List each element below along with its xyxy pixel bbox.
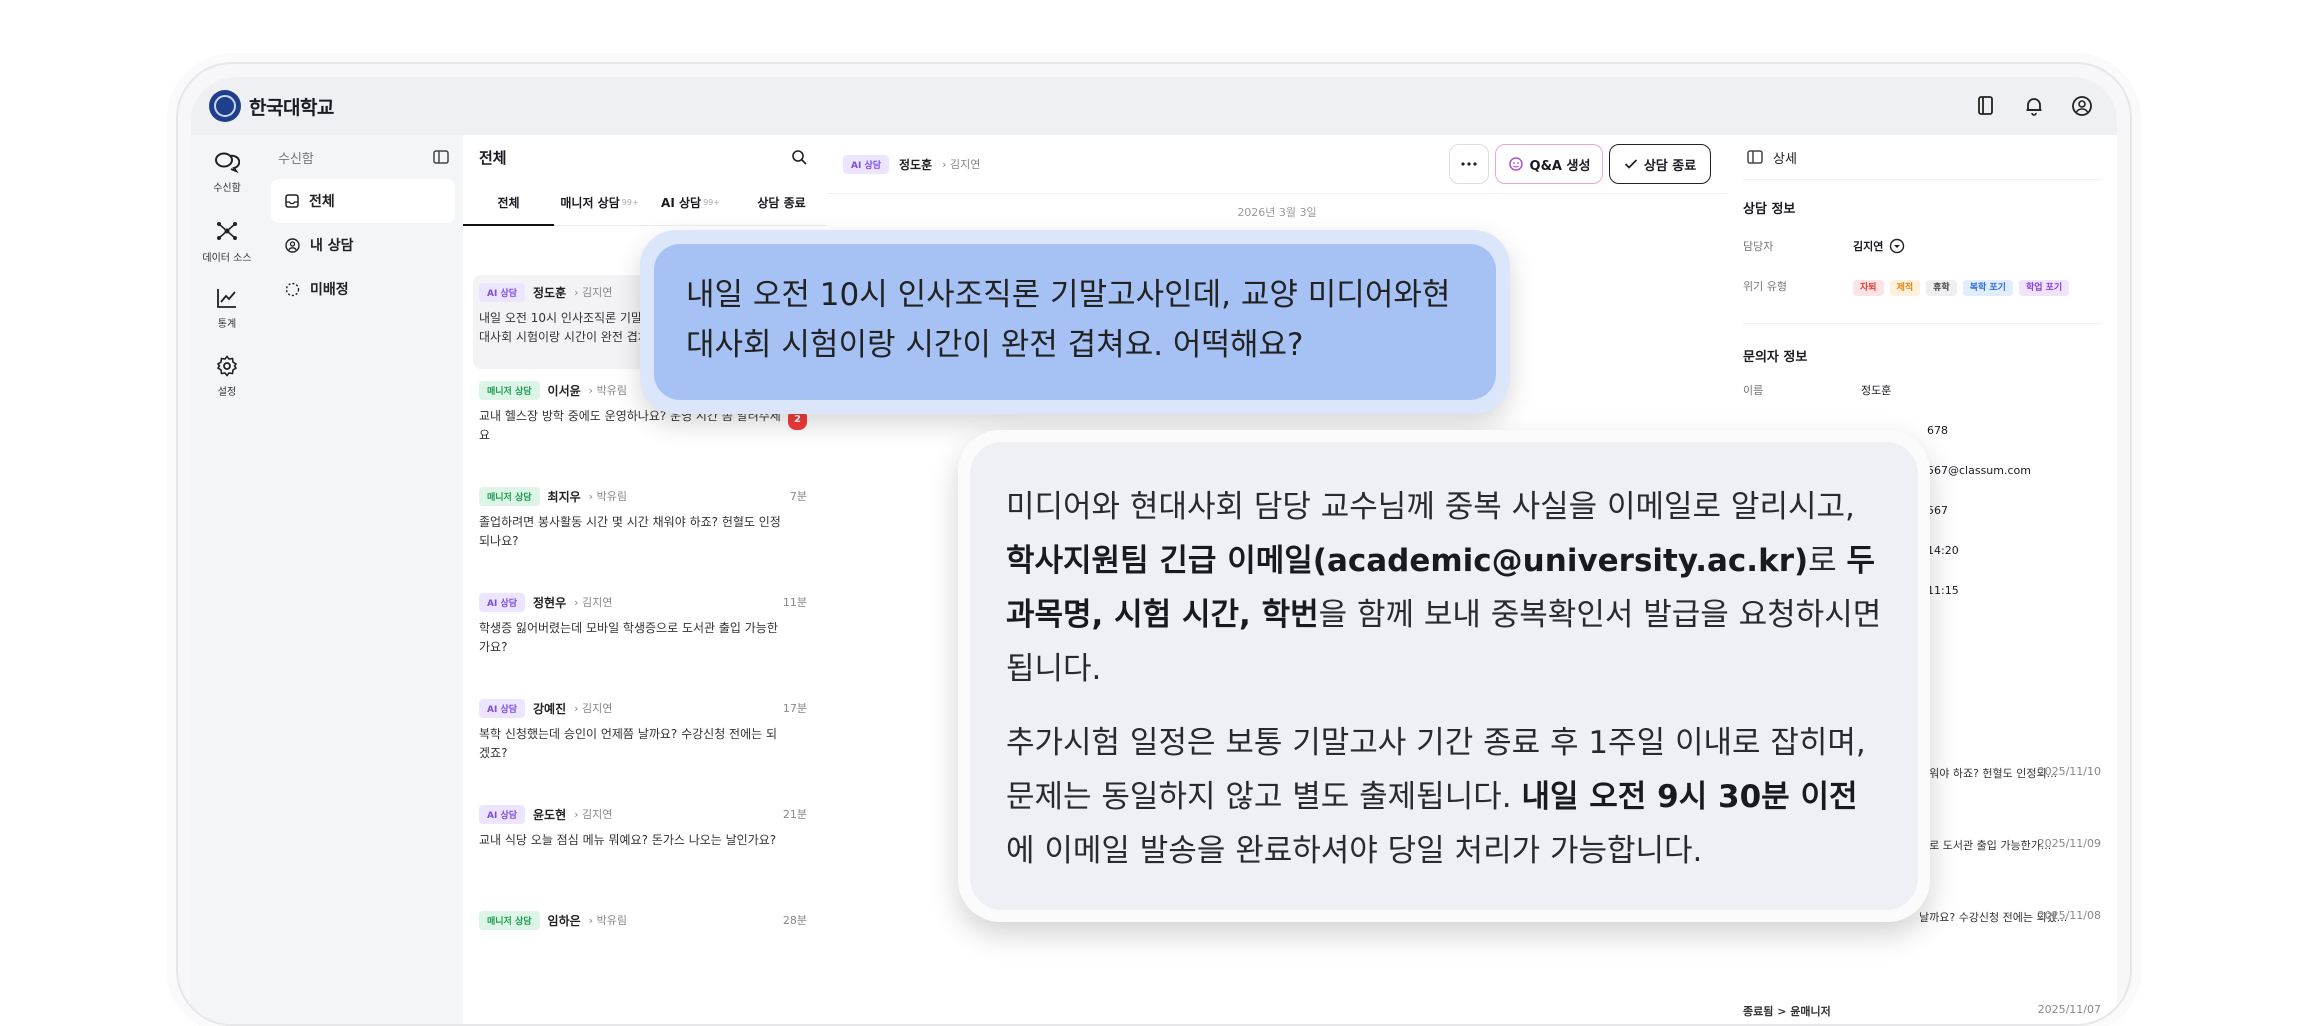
panel-toggle-icon[interactable] [1747,150,1763,164]
list-title: 전체 [479,148,507,167]
tab-all[interactable]: 전체 [463,179,554,226]
inbox-item-label: 미배정 [310,282,349,298]
end-consult-button[interactable]: 상담 종료 [1609,144,1711,184]
search-icon[interactable] [791,149,807,165]
inquirer-name-row: 이름 정도훈 [1743,384,1892,397]
rail-item-settings[interactable]: 설정 [191,355,263,398]
answer-bubble: 미디어와 현대사회 담당 교수님께 중복 사실을 이메일로 알리시고, 학사지원… [958,430,1930,922]
sidebar-toggle-icon[interactable] [433,150,449,164]
chevron-down-icon[interactable] [1889,238,1905,254]
risk-tag: 복학 포기 [1962,279,2013,296]
inbox-panel: 수신함 전체 내 상담 미배정 [263,135,464,1024]
rail-item-inbox[interactable]: 수신함 [191,151,263,194]
list-item[interactable]: AI 상담 강예진 › 김지연 17분 복학 신청했는데 승인이 언제쯤 날까요? 수… [479,697,807,763]
inquirer-info-heading: 문의자 정보 [1743,350,1808,365]
line-chart-icon [217,289,236,308]
check-icon [1624,159,1637,169]
assigned-manager: 김지연 [950,158,981,171]
risk-type-row: 위기 유형 자퇴 제적 휴학 복학 포기 학업 포기 [1727,271,2117,301]
rail-item-data-source[interactable]: 데이터 소스 [191,219,263,264]
nav-rail: 수신함 데이터 소스 통계 설정 [191,135,264,1024]
list-tabs: 전체 매니저 상담 99+ AI 상담 99+ 상담 종료 [463,179,827,226]
tab-manager[interactable]: 매니저 상담 99+ [554,179,645,225]
question-bubble: 내일 오전 10시 인사조직론 기말고사인데, 교양 미디어와현대사회 시험이랑… [640,230,1510,414]
account-icon[interactable] [2069,93,2095,119]
network-nodes-icon [217,222,237,240]
app-name: 한국대학교 [249,96,334,119]
customer-name: 정도훈 [899,157,933,172]
assignee-value: 김지연 [1853,240,1884,253]
rail-item-stats[interactable]: 통계 [191,287,263,330]
top-bar: 한국대학교 [191,77,2117,135]
rail-label: 데이터 소스 [202,253,252,264]
list-item[interactable]: 매니저 상담 임하은 › 박유림 28분 [479,909,807,931]
inbox-item-all[interactable]: 전체 [271,179,455,223]
risk-tag: 휴학 [1926,279,1957,296]
inbox-tray-icon [285,194,299,208]
assignee-row: 담당자 김지연 [1727,231,2117,261]
consult-info-heading: 상담 정보 [1743,202,1796,217]
user-circle-icon [285,237,300,253]
list-item[interactable]: 매니저 상담 최지우 › 박유림 7분 졸업하려면 봉사활동 시간 몇 시간 채워야 … [479,485,807,551]
university-logo [209,90,241,122]
inbox-item-mine[interactable]: 내 상담 [271,223,455,267]
risk-tag: 제적 [1889,279,1921,296]
date-divider: 2026년 3월 3일 [1237,206,1317,219]
more-button[interactable] [1449,144,1489,184]
history-item[interactable]: 종료됨 > 윤매니저 2025/11/07 [1743,1003,2101,1019]
inbox-item-unassigned[interactable]: 미배정 [271,267,455,311]
inbox-item-label: 전체 [309,194,335,210]
tab-closed[interactable]: 상담 종료 [736,179,827,225]
risk-tag: 자퇴 [1853,279,1884,296]
rail-label: 통계 [217,319,237,330]
sparkle-face-icon [1508,157,1523,171]
more-dots-icon [1461,162,1477,166]
inquirer-name: 정도훈 [1861,384,1892,397]
consult-type-badge: AI 상담 [843,154,890,174]
rail-label: 설정 [217,387,237,398]
chat-bubbles-icon [215,152,241,174]
answer-text: 미디어와 현대사회 담당 교수님께 중복 사실을 이메일로 알리시고, 학사지원… [970,442,1918,910]
question-text: 내일 오전 10시 인사조직론 기말고사인데, 교양 미디어와현대사회 시험이랑… [654,244,1496,400]
list-item[interactable]: AI 상담 정현우 › 김지연 11분 학생증 잃어버렸는데 모바일 학생증으로 도서… [479,591,807,657]
risk-tag: 학업 포기 [2018,279,2070,296]
book-icon[interactable] [1973,93,1999,119]
gear-icon [216,355,238,377]
inbox-item-label: 내 상담 [310,238,354,254]
qa-generate-button[interactable]: Q&A 생성 [1495,144,1603,184]
detail-title: 상세 [1773,151,1797,167]
inbox-title: 수신함 [278,151,314,167]
dashed-circle-icon [285,282,300,296]
rail-label: 수신함 [213,183,241,194]
tab-ai[interactable]: AI 상담 99+ [645,179,736,225]
bell-icon[interactable] [2021,93,2047,119]
list-item[interactable]: AI 상담 윤도현 › 김지연 21분 교내 식당 오늘 점심 메뉴 뭐예요? 돈가스… [479,803,807,850]
